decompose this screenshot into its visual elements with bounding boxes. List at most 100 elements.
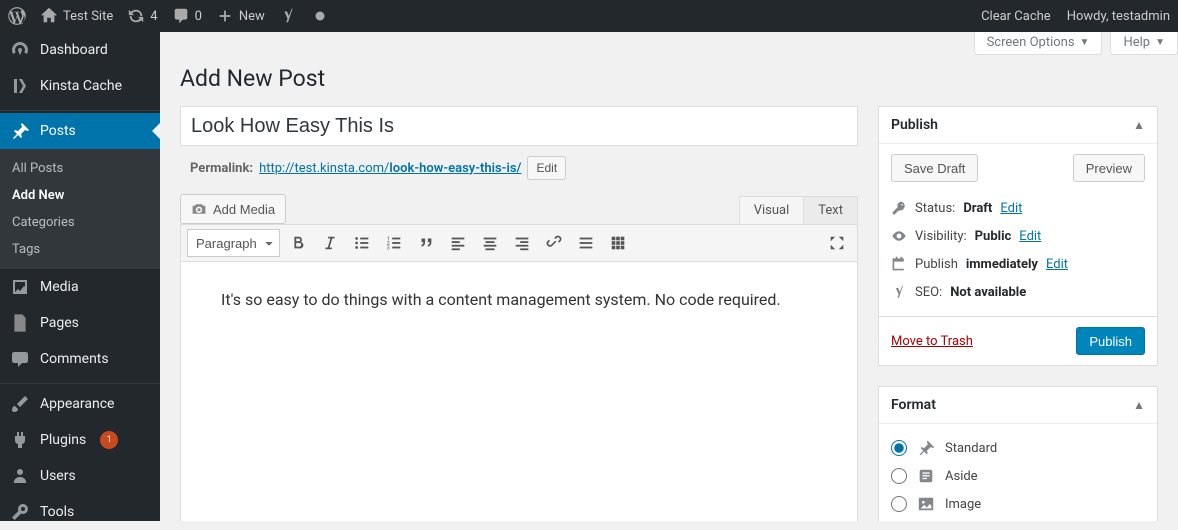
align-center-button[interactable]: [476, 229, 504, 257]
yoast-icon: [279, 7, 297, 25]
comments-icon: [10, 349, 30, 369]
align-right-button[interactable]: [508, 229, 536, 257]
permalink-row: Permalink: http://test.kinsta.com/look-h…: [180, 146, 858, 180]
tab-visual[interactable]: Visual: [739, 196, 805, 224]
menu-tools[interactable]: Tools: [0, 494, 160, 530]
screen-options-toggle[interactable]: Screen Options▼: [974, 32, 1103, 55]
chevron-down-icon: ▼: [1155, 37, 1165, 48]
help-toggle[interactable]: Help▼: [1110, 32, 1178, 55]
camera-icon: [191, 201, 207, 217]
clear-cache-link[interactable]: Clear Cache: [981, 9, 1051, 24]
main-content: Screen Options▼ Help▼ Add New Post Perma…: [160, 32, 1178, 521]
bullet-list-button[interactable]: [348, 229, 376, 257]
format-metabox: Format ▲ Standard Aside: [878, 386, 1158, 521]
updates-link[interactable]: 4: [127, 7, 157, 25]
menu-posts[interactable]: Posts: [0, 113, 160, 149]
permalink-label: Permalink:: [190, 161, 253, 176]
format-aside[interactable]: Aside: [891, 462, 1145, 490]
editor-container: Paragraph 123 It's so easy to: [180, 224, 858, 521]
edit-schedule-link[interactable]: Edit: [1046, 257, 1068, 272]
seo-row: SEO: Not available: [891, 278, 1145, 306]
plugin-update-badge: 1: [100, 431, 118, 449]
submenu-tags[interactable]: Tags: [0, 236, 160, 263]
comments-link[interactable]: 0: [172, 7, 202, 25]
posts-submenu: All Posts Add New Categories Tags: [0, 149, 160, 269]
link-button[interactable]: [540, 229, 568, 257]
image-icon: [917, 495, 935, 513]
menu-separator: [0, 379, 160, 384]
site-name-text: Test Site: [63, 9, 113, 24]
submenu-add-new[interactable]: Add New: [0, 182, 160, 209]
pin-icon: [917, 439, 935, 457]
chevron-down-icon: ▼: [1080, 37, 1090, 48]
kinsta-icon: [10, 76, 30, 96]
menu-separator: [0, 106, 160, 111]
toolbar-toggle-button[interactable]: [604, 229, 632, 257]
blockquote-button[interactable]: [412, 229, 440, 257]
menu-kinsta-cache[interactable]: Kinsta Cache: [0, 68, 160, 104]
format-radio-image[interactable]: [891, 496, 907, 512]
menu-users[interactable]: Users: [0, 458, 160, 494]
format-standard[interactable]: Standard: [891, 434, 1145, 462]
fullscreen-button[interactable]: [823, 229, 851, 257]
collapse-toggle[interactable]: ▲: [1133, 398, 1145, 412]
tab-text[interactable]: Text: [804, 196, 858, 224]
edit-permalink-button[interactable]: Edit: [527, 156, 566, 180]
post-body-editor[interactable]: It's so easy to do things with a content…: [181, 262, 857, 521]
post-title-input[interactable]: [180, 106, 858, 146]
updates-count: 4: [150, 9, 157, 24]
number-list-button[interactable]: 123: [380, 229, 408, 257]
new-content-link[interactable]: New: [216, 7, 265, 25]
schedule-row: Publish immediately Edit: [891, 250, 1145, 278]
yoast-seo-link[interactable]: [279, 7, 297, 25]
italic-button[interactable]: [316, 229, 344, 257]
menu-pages[interactable]: Pages: [0, 305, 160, 341]
plus-icon: [216, 7, 234, 25]
format-radio-aside[interactable]: [891, 468, 907, 484]
svg-text:3: 3: [387, 245, 390, 251]
add-media-button[interactable]: Add Media: [180, 194, 286, 224]
format-title: Format: [891, 397, 936, 413]
publish-title: Publish: [891, 117, 938, 133]
plugin-icon: [10, 430, 30, 450]
submenu-all-posts[interactable]: All Posts: [0, 155, 160, 182]
editor-toolbar: Paragraph 123: [181, 225, 857, 262]
home-icon: [40, 7, 58, 25]
media-icon: [10, 277, 30, 297]
read-more-button[interactable]: [572, 229, 600, 257]
publish-button[interactable]: Publish: [1076, 327, 1145, 355]
visibility-row: Visibility: Public Edit: [891, 222, 1145, 250]
site-name-link[interactable]: Test Site: [40, 7, 113, 25]
aside-icon: [917, 467, 935, 485]
edit-visibility-link[interactable]: Edit: [1019, 229, 1041, 244]
users-icon: [10, 466, 30, 486]
permalink-link[interactable]: http://test.kinsta.com/look-how-easy-thi…: [259, 161, 521, 176]
status-dot[interactable]: [311, 7, 329, 25]
tools-icon: [10, 502, 30, 522]
preview-button[interactable]: Preview: [1073, 154, 1145, 182]
menu-appearance[interactable]: Appearance: [0, 386, 160, 422]
bold-button[interactable]: [284, 229, 312, 257]
refresh-icon: [127, 7, 145, 25]
menu-plugins[interactable]: Plugins 1: [0, 422, 160, 458]
comment-icon: [172, 7, 190, 25]
menu-media[interactable]: Media: [0, 269, 160, 305]
howdy-link[interactable]: Howdy, testadmin: [1067, 9, 1170, 24]
save-draft-button[interactable]: Save Draft: [891, 154, 978, 182]
menu-dashboard[interactable]: Dashboard: [0, 32, 160, 68]
collapse-toggle[interactable]: ▲: [1133, 118, 1145, 132]
admin-topbar: Test Site 4 0 New: [0, 0, 1178, 32]
format-image[interactable]: Image: [891, 490, 1145, 518]
move-to-trash-link[interactable]: Move to Trash: [891, 334, 973, 349]
menu-comments[interactable]: Comments: [0, 341, 160, 377]
format-radio-standard[interactable]: [891, 440, 907, 456]
format-select[interactable]: Paragraph: [187, 229, 280, 257]
wordpress-icon: [8, 7, 26, 25]
edit-status-link[interactable]: Edit: [1000, 201, 1022, 216]
eye-icon: [891, 228, 907, 244]
status-row: Status: Draft Edit: [891, 194, 1145, 222]
align-left-button[interactable]: [444, 229, 472, 257]
yoast-icon: [891, 284, 907, 300]
submenu-categories[interactable]: Categories: [0, 209, 160, 236]
wp-logo[interactable]: [8, 7, 26, 25]
